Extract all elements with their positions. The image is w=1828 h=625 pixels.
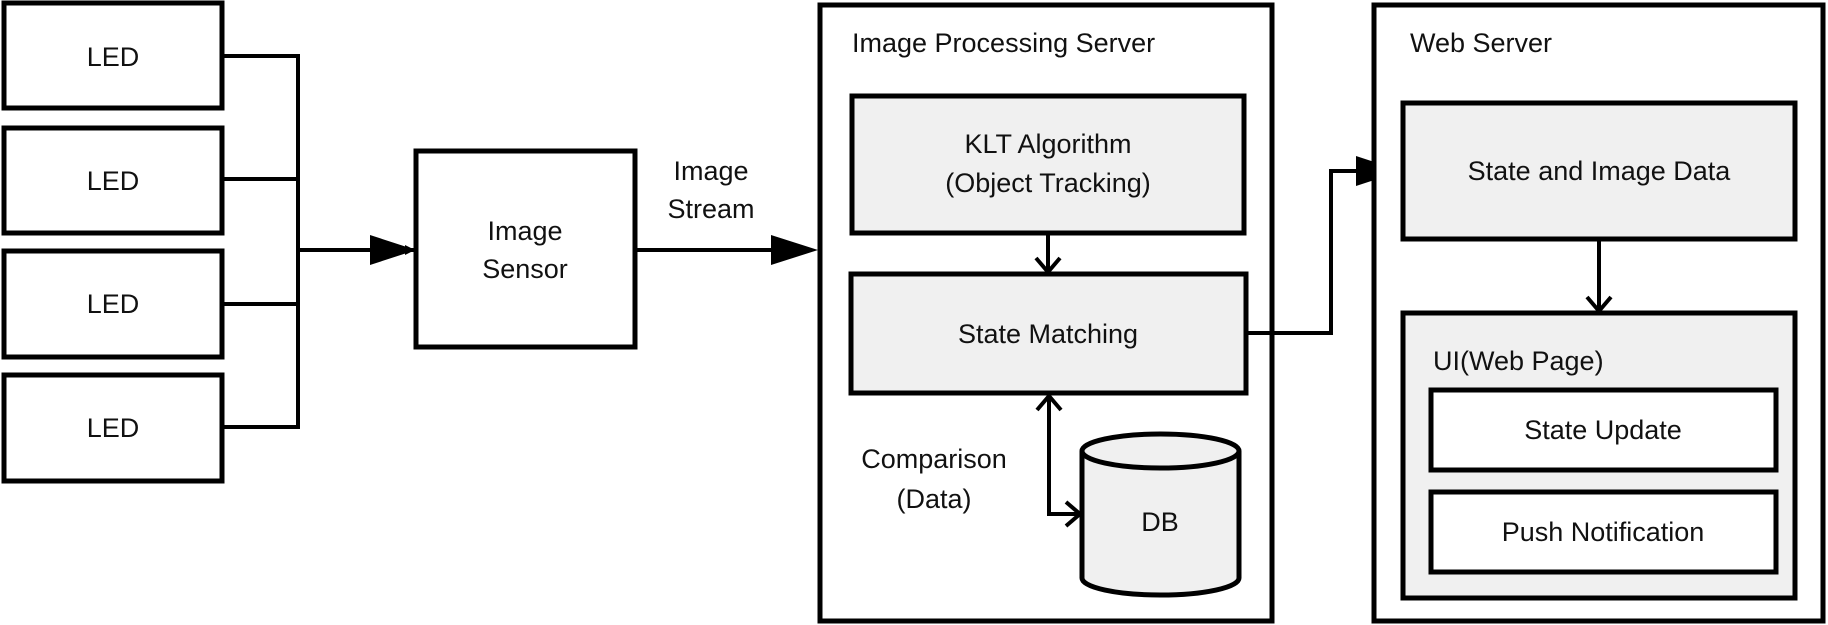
push-notification-label: Push Notification: [1502, 517, 1705, 547]
klt-label: (Object Tracking): [945, 168, 1151, 198]
led-4: LED: [1, 372, 225, 484]
led-label: LED: [87, 166, 140, 196]
comparison-label: (Data): [896, 484, 971, 514]
db-cylinder: DB: [1079, 431, 1242, 598]
led-bus-connector: [222, 54, 300, 429]
led-label: LED: [87, 413, 140, 443]
klt-algorithm-box: [849, 93, 1247, 236]
image-sensor-label: Image: [487, 216, 562, 246]
state-matching-label: State Matching: [958, 319, 1138, 349]
web-server-title: Web Server: [1410, 28, 1552, 58]
state-update-label: State Update: [1524, 415, 1682, 445]
led-label: LED: [87, 42, 140, 72]
arrow-head-icon: [370, 235, 416, 265]
ips-title: Image Processing Server: [852, 28, 1155, 58]
image-sensor: Image Sensor: [413, 148, 638, 350]
image-processing-server: Image Processing Server KLT Algorithm (O…: [817, 2, 1275, 624]
klt-label: KLT Algorithm: [964, 129, 1131, 159]
image-stream-label: Stream: [667, 194, 754, 224]
comparison-label: Comparison: [861, 444, 1007, 474]
led-1: LED: [1, 0, 225, 111]
web-server: Web Server State and Image Data UI(Web P…: [1371, 2, 1826, 624]
led-label: LED: [87, 289, 140, 319]
image-sensor-label: Sensor: [482, 254, 568, 284]
db-label: DB: [1141, 507, 1179, 537]
ui-title: UI(Web Page): [1433, 346, 1604, 376]
state-image-data-label: State and Image Data: [1468, 156, 1732, 186]
arrow-head-icon: [771, 235, 818, 265]
system-diagram: LED LED LED LED Image Sensor Image Strea…: [1, 0, 1826, 624]
led-3: LED: [1, 248, 225, 360]
image-stream-label: Image: [673, 156, 748, 186]
led-2: LED: [1, 125, 225, 236]
